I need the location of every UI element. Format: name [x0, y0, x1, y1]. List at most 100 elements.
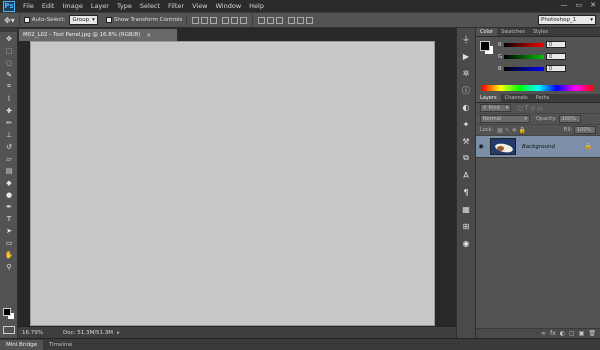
tab-layers[interactable]: Layers [476, 94, 501, 102]
tab-paths[interactable]: Paths [532, 94, 554, 102]
menu-item-type[interactable]: Type [113, 2, 136, 10]
shape-tool-icon[interactable]: ▭ [2, 237, 16, 248]
delete-layer-icon[interactable]: 🗑 [588, 330, 596, 337]
distribute-left-icon[interactable] [288, 16, 296, 24]
new-group-icon[interactable]: ▢ [569, 330, 575, 337]
clone-stamp-tool-icon[interactable]: ⊥ [2, 129, 16, 140]
fill-field[interactable]: 100% [574, 126, 596, 134]
slider-value-field[interactable]: 0 [546, 41, 566, 48]
new-layer-icon[interactable]: ▣ [579, 330, 585, 337]
distribute-center-icon[interactable] [297, 16, 305, 24]
tab-color[interactable]: Color [476, 28, 498, 36]
type-tool-icon[interactable]: T [2, 213, 16, 224]
character-panel-icon[interactable]: A [460, 169, 472, 181]
align-right-icon[interactable] [240, 16, 248, 24]
layer-row-background[interactable]: ◉ Background 🔒 [476, 136, 600, 158]
layer-name[interactable]: Background [522, 144, 585, 150]
distribute-bottom-icon[interactable] [276, 16, 284, 24]
tab-timeline[interactable]: Timeline [43, 340, 78, 350]
add-mask-icon[interactable]: ◐ [560, 330, 565, 337]
menu-item-file[interactable]: File [19, 2, 38, 10]
styles-panel-icon[interactable]: ▦ [460, 203, 472, 215]
slider-track[interactable] [504, 54, 544, 59]
menu-item-edit[interactable]: Edit [38, 2, 59, 10]
tab-mini-bridge[interactable]: Mini Bridge [0, 340, 43, 350]
add-style-icon[interactable]: fx [550, 330, 556, 337]
link-layers-icon[interactable]: ∞ [541, 330, 546, 337]
blur-tool-icon[interactable]: ◆ [2, 177, 16, 188]
actions-panel-icon[interactable]: ▶ [460, 50, 472, 62]
slider-value-field[interactable]: 0 [546, 53, 566, 60]
history-panel-icon[interactable]: ⏚ [460, 33, 472, 45]
filter-type-icons[interactable]: ▢T◇▭ [517, 105, 545, 112]
paragraph-panel-icon[interactable]: ¶ [460, 186, 472, 198]
adjustments-panel-icon[interactable]: ◐ [460, 101, 472, 113]
menu-item-select[interactable]: Select [136, 2, 164, 10]
gradient-tool-icon[interactable]: ▤ [2, 165, 16, 176]
menu-item-filter[interactable]: Filter [164, 2, 188, 10]
blend-mode-dropdown[interactable]: Normal ▾ [480, 115, 530, 123]
auto-select-checkbox[interactable]: Auto-Select: [23, 17, 65, 23]
crop-tool-icon[interactable]: ⌗ [2, 81, 16, 92]
foreground-color-swatch[interactable] [3, 308, 11, 316]
history-brush-tool-icon[interactable]: ↺ [2, 141, 16, 152]
distribute-middle-icon[interactable] [267, 16, 275, 24]
lock-option-icons[interactable]: ▦✎✥🔒 [497, 127, 528, 134]
swatches-panel-icon[interactable]: ⊞ [460, 220, 472, 232]
menu-item-layer[interactable]: Layer [87, 2, 113, 10]
slider-value-field[interactable]: 0 [546, 65, 566, 72]
distribute-right-icon[interactable] [306, 16, 314, 24]
quick-mask-icon[interactable] [3, 326, 15, 334]
eyedropper-tool-icon[interactable]: ⌇ [2, 93, 16, 104]
checkbox-icon[interactable] [23, 17, 30, 23]
color-swatches[interactable] [3, 308, 15, 322]
status-menu-icon[interactable]: ▸ [117, 330, 120, 336]
align-center-icon[interactable] [231, 16, 239, 24]
menu-item-view[interactable]: View [188, 2, 211, 10]
checkbox-icon[interactable] [105, 17, 112, 23]
zoom-tool-icon[interactable]: ⚲ [2, 261, 16, 272]
pen-tool-icon[interactable]: ✒ [2, 201, 16, 212]
minimize-icon[interactable]: — [561, 1, 568, 9]
move-tool-icon[interactable]: ✥ [2, 33, 16, 44]
info-panel-icon[interactable]: ⓘ [460, 84, 472, 96]
move-tool-preset-icon[interactable]: ✥▾ [4, 16, 15, 25]
tab-swatches[interactable]: Swatches [497, 28, 529, 36]
marquee-tool-icon[interactable]: ⬚ [2, 45, 16, 56]
foreground-color-chip[interactable] [480, 41, 490, 51]
dodge-tool-icon[interactable]: ● [2, 189, 16, 200]
slider-track[interactable] [504, 66, 544, 71]
distribute-top-icon[interactable] [258, 16, 266, 24]
color-spectrum-bar[interactable] [482, 85, 594, 91]
navigator-panel-icon[interactable]: ✲ [460, 67, 472, 79]
align-top-icon[interactable] [192, 16, 200, 24]
brush-presets-panel-icon[interactable]: ✦ [460, 118, 472, 130]
menu-item-image[interactable]: Image [58, 2, 86, 10]
menu-item-window[interactable]: Window [212, 2, 246, 10]
path-select-tool-icon[interactable]: ➤ [2, 225, 16, 236]
tab-styles[interactable]: Styles [529, 28, 552, 36]
tab-channels[interactable]: Channels [501, 94, 532, 102]
document-tab[interactable]: M02_L02 - Tool Panel.jpg @ 16.8% (RGB/8)… [18, 28, 178, 41]
clone-source-panel-icon[interactable]: ⧉ [460, 152, 472, 164]
align-middle-icon[interactable] [201, 16, 209, 24]
show-transform-controls-checkbox[interactable]: Show Transform Controls [105, 17, 182, 23]
tool-presets-panel-icon[interactable]: ⚒ [460, 135, 472, 147]
tools-panel-grip[interactable] [0, 28, 17, 32]
auto-select-dropdown[interactable]: Group ▾ [69, 15, 98, 25]
menu-item-help[interactable]: Help [245, 2, 268, 10]
3d-panel-icon[interactable]: ◉ [460, 237, 472, 249]
zoom-level[interactable]: 16.79% [22, 330, 43, 336]
restore-icon[interactable]: ▭ [576, 1, 583, 9]
eraser-tool-icon[interactable]: ▱ [2, 153, 16, 164]
spot-heal-tool-icon[interactable]: ✚ [2, 105, 16, 116]
workspace-switcher[interactable]: Photoshop_1 ▾ [538, 15, 596, 25]
hand-tool-icon[interactable]: ✋ [2, 249, 16, 260]
align-left-icon[interactable] [222, 16, 230, 24]
layer-kind-filter[interactable]: ⚲ Kind ▾ [480, 104, 512, 112]
quick-select-tool-icon[interactable]: ✎ [2, 69, 16, 80]
lasso-tool-icon[interactable]: ◌ [2, 57, 16, 68]
eye-icon[interactable]: ◉ [476, 143, 486, 150]
close-icon[interactable]: × [146, 32, 151, 39]
brush-tool-icon[interactable]: ✏ [2, 117, 16, 128]
